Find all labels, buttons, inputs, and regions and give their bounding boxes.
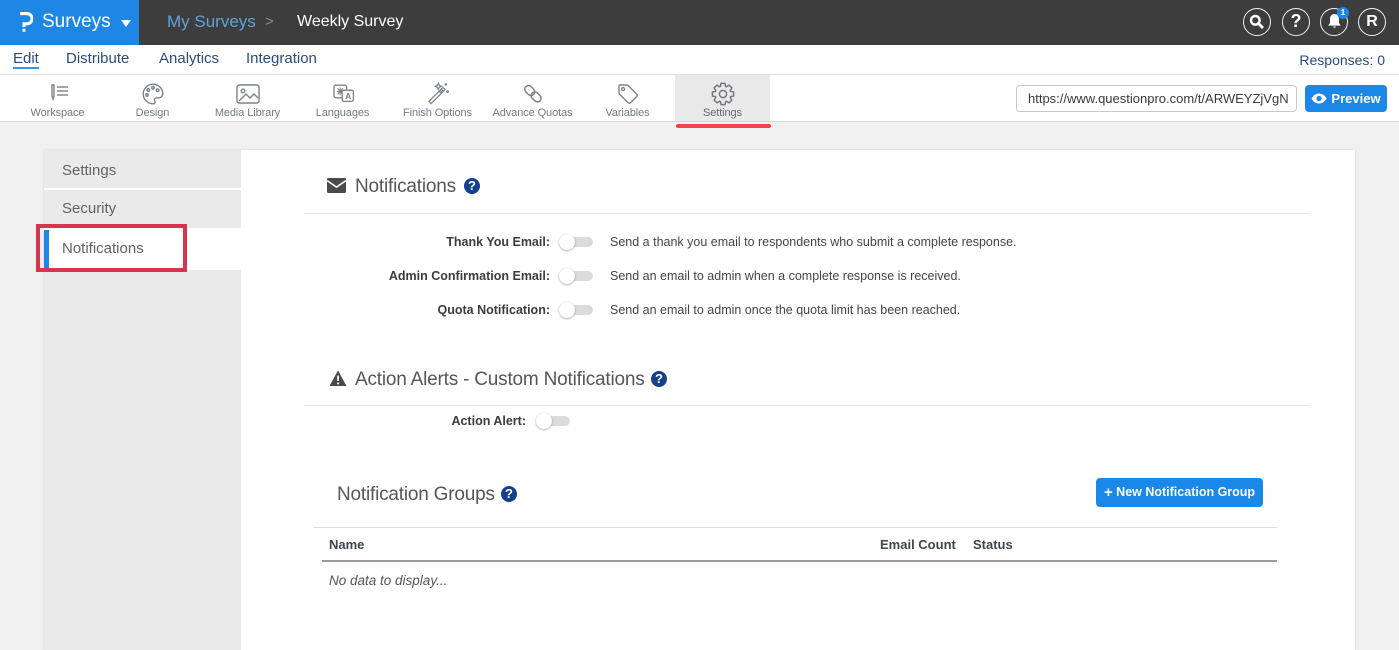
- svg-text:A: A: [345, 91, 351, 101]
